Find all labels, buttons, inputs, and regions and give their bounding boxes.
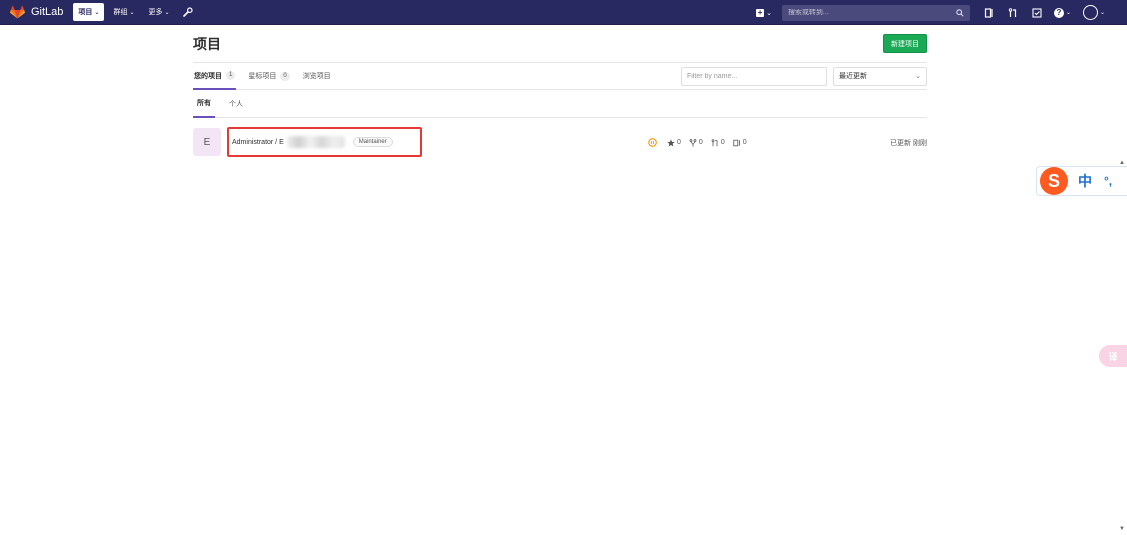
sort-label: 最近更新: [839, 73, 867, 80]
filters: 最近更新 ⌄: [681, 63, 927, 89]
todos-icon[interactable]: [1032, 7, 1042, 18]
projects-tabs-row: 您的项目 1 星标项目 0 浏览项目 最近更新 ⌄: [193, 62, 927, 90]
project-avatar[interactable]: E: [193, 128, 221, 156]
issues-icon: [733, 139, 740, 146]
project-highlight-box: Administrator / E Maintainer: [227, 127, 422, 157]
tab-explore-projects[interactable]: 浏览项目: [302, 63, 332, 89]
chevron-down-icon: ⌄: [164, 9, 170, 16]
translate-button[interactable]: 译: [1099, 345, 1127, 367]
tab-label: 浏览项目: [302, 73, 331, 80]
tab-label: 您的项目: [194, 72, 222, 80]
brand-name: GitLab: [31, 6, 64, 18]
translate-icon: 译: [1108, 351, 1118, 362]
count-badge: 0: [280, 71, 290, 81]
project-name-link[interactable]: Administrator / E: [232, 139, 284, 146]
scroll-up-icon[interactable]: ▲: [1119, 160, 1125, 166]
stars-stat[interactable]: 0: [667, 138, 681, 147]
chevron-down-icon: ⌄: [766, 9, 772, 17]
top-navbar: GitLab 项目 ⌄ 群组 ⌄ 更多 ⌄ + ⌄ 搜索或转到... ? ⌄ ⌄: [0, 0, 1127, 25]
global-search[interactable]: [781, 4, 970, 21]
new-item-dropdown[interactable]: + ⌄: [756, 7, 772, 17]
nav-groups[interactable]: 群组 ⌄: [108, 3, 139, 21]
ime-mode-toggle[interactable]: 中: [1078, 171, 1092, 191]
main-content: 项目 新建项目 您的项目 1 星标项目 0 浏览项目 最近更新 ⌄ 所有: [193, 25, 927, 166]
merge-request-icon: [711, 138, 718, 146]
page-title: 项目: [193, 35, 221, 52]
project-stats: 0 0 0 0: [648, 138, 755, 147]
tab-your-projects[interactable]: 您的项目 1: [193, 63, 237, 90]
merge-requests-count: 0: [720, 139, 725, 146]
issues-stat[interactable]: 0: [733, 139, 747, 147]
merge-requests-stat[interactable]: 0: [711, 138, 725, 147]
filter-by-name-input[interactable]: [681, 66, 827, 86]
ownership-tabs: 所有 个人: [193, 90, 927, 118]
updated-time: 已更新 刚刚: [890, 140, 927, 147]
fork-icon: [689, 138, 697, 147]
merge-requests-icon[interactable]: [1008, 7, 1018, 18]
chevron-down-icon: ⌄: [94, 9, 100, 16]
plus-icon: +: [756, 7, 765, 17]
tab-starred-projects[interactable]: 星标项目 0: [247, 63, 290, 89]
nav-more[interactable]: 更多 ⌄: [143, 3, 174, 21]
issues-icon[interactable]: [984, 7, 994, 18]
forks-stat[interactable]: 0: [689, 138, 703, 147]
user-menu[interactable]: ⌄: [1082, 5, 1105, 20]
gitlab-brand[interactable]: GitLab: [10, 5, 64, 19]
nav-more-label: 更多: [148, 9, 163, 16]
chevron-down-icon: ⌄: [1065, 10, 1071, 16]
scroll-down-icon[interactable]: ▼: [1119, 526, 1125, 532]
forks-count: 0: [698, 139, 703, 146]
nav-projects-label: 项目: [78, 9, 93, 16]
chevron-down-icon: ⌄: [915, 73, 921, 80]
help-icon: ?: [1053, 7, 1064, 18]
issues-count: 0: [742, 139, 747, 146]
chevron-down-icon: ⌄: [1099, 10, 1105, 16]
nav-projects[interactable]: 项目 ⌄: [73, 3, 105, 21]
ime-punctuation-toggle[interactable]: °,: [1104, 174, 1112, 188]
projects-tabs: 您的项目 1 星标项目 0 浏览项目: [193, 63, 343, 90]
tab-label: 星标项目: [248, 73, 277, 80]
page-header: 项目 新建项目: [193, 25, 927, 62]
new-project-button[interactable]: 新建项目: [883, 34, 927, 53]
sogou-ime-logo-icon[interactable]: S: [1040, 167, 1068, 195]
search-input[interactable]: [787, 9, 948, 16]
admin-wrench-icon[interactable]: [182, 7, 193, 17]
redacted-name-blur: [286, 136, 345, 148]
star-icon: [667, 138, 675, 146]
ime-toolbar[interactable]: S 中 °,: [1036, 166, 1127, 196]
chevron-down-icon: ⌄: [129, 9, 135, 16]
tab-personal[interactable]: 个人: [225, 90, 247, 117]
gitlab-logo-icon: [10, 5, 25, 19]
nav-groups-label: 群组: [113, 9, 128, 16]
count-badge: 1: [226, 71, 236, 80]
stars-count: 0: [677, 139, 681, 146]
user-avatar: [1082, 5, 1098, 20]
help-dropdown[interactable]: ? ⌄: [1053, 7, 1071, 18]
pipeline-status-icon[interactable]: [648, 138, 657, 147]
role-badge: Maintainer: [352, 137, 393, 147]
project-row: E Administrator / E Maintainer 0 0 0 0 已…: [193, 118, 927, 166]
search-icon: [956, 8, 964, 17]
tab-all[interactable]: 所有: [193, 90, 215, 118]
sort-dropdown[interactable]: 最近更新 ⌄: [833, 66, 927, 86]
